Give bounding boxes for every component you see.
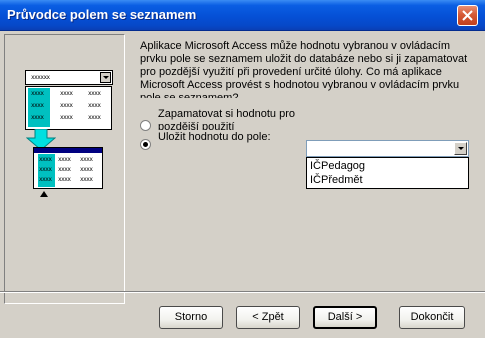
illustration-combo-text: xxxxxx xyxy=(31,74,50,81)
illustration-cell: xxxx xyxy=(39,156,52,163)
cancel-button[interactable]: Storno xyxy=(159,306,223,329)
back-button[interactable]: < Zpět xyxy=(236,306,300,329)
save-option-radio[interactable] xyxy=(140,139,151,150)
list-item[interactable]: IČPedagog xyxy=(310,160,365,173)
illustration-combo-arrow xyxy=(100,72,111,83)
illustration-cell: xxxx xyxy=(60,102,73,109)
illustration-list: xxxx xxxx xxxx xxxx xxxx xxxx xxxx xxxx … xyxy=(25,86,112,130)
illustration-cell: xxxx xyxy=(58,176,71,183)
illustration-cell: xxxx xyxy=(31,114,44,121)
illustration-cell: xxxx xyxy=(88,102,101,109)
finish-button[interactable]: Dokončit xyxy=(399,306,465,329)
window-title: Průvodce polem se seznamem xyxy=(7,7,197,22)
next-button[interactable]: Další > xyxy=(313,306,377,329)
record-pointer-icon xyxy=(40,191,48,197)
illustration-cell: xxxx xyxy=(31,102,44,109)
illustration: xxxxxx xxxx xxxx xxxx xxxx xxxx xxxx xxx… xyxy=(5,35,124,303)
title-bar[interactable]: Průvodce polem se seznamem xyxy=(0,0,485,31)
store-option-label[interactable]: Zapamatovat si hodnotu pro pozdější použ… xyxy=(158,108,318,130)
field-select[interactable] xyxy=(306,140,469,157)
store-option-radio[interactable] xyxy=(140,120,151,131)
illustration-cell: xxxx xyxy=(58,166,71,173)
chevron-down-icon[interactable] xyxy=(454,142,467,155)
close-button[interactable] xyxy=(457,5,478,26)
list-item[interactable]: IČPředmět xyxy=(310,174,363,187)
illustration-panel: xxxxxx xxxx xxxx xxxx xxxx xxxx xxxx xxx… xyxy=(4,34,125,304)
illustration-table-header xyxy=(34,148,102,153)
illustration-cell: xxxx xyxy=(80,166,93,173)
illustration-cell: xxxx xyxy=(88,90,101,97)
field-dropdown-list[interactable]: IČPedagog IČPředmět xyxy=(306,157,469,189)
description-text: Aplikace Microsoft Access může hodnotu v… xyxy=(140,40,468,98)
illustration-cell: xxxx xyxy=(39,166,52,173)
illustration-table: xxxx xxxx xxxx xxxx xxxx xxxx xxxx xxxx … xyxy=(33,147,103,189)
illustration-cell: xxxx xyxy=(60,114,73,121)
illustration-cell: xxxx xyxy=(31,90,44,97)
illustration-cell: xxxx xyxy=(60,90,73,97)
illustration-cell: xxxx xyxy=(58,156,71,163)
close-icon xyxy=(462,10,473,21)
illustration-cell: xxxx xyxy=(80,176,93,183)
separator xyxy=(0,291,485,293)
illustration-cell: xxxx xyxy=(80,156,93,163)
save-option-label[interactable]: Uložit hodnotu do pole: xyxy=(158,131,271,144)
illustration-cell: xxxx xyxy=(88,114,101,121)
illustration-cell: xxxx xyxy=(39,176,52,183)
radio-selected-dot xyxy=(143,142,148,147)
illustration-combo: xxxxxx xyxy=(25,70,113,85)
